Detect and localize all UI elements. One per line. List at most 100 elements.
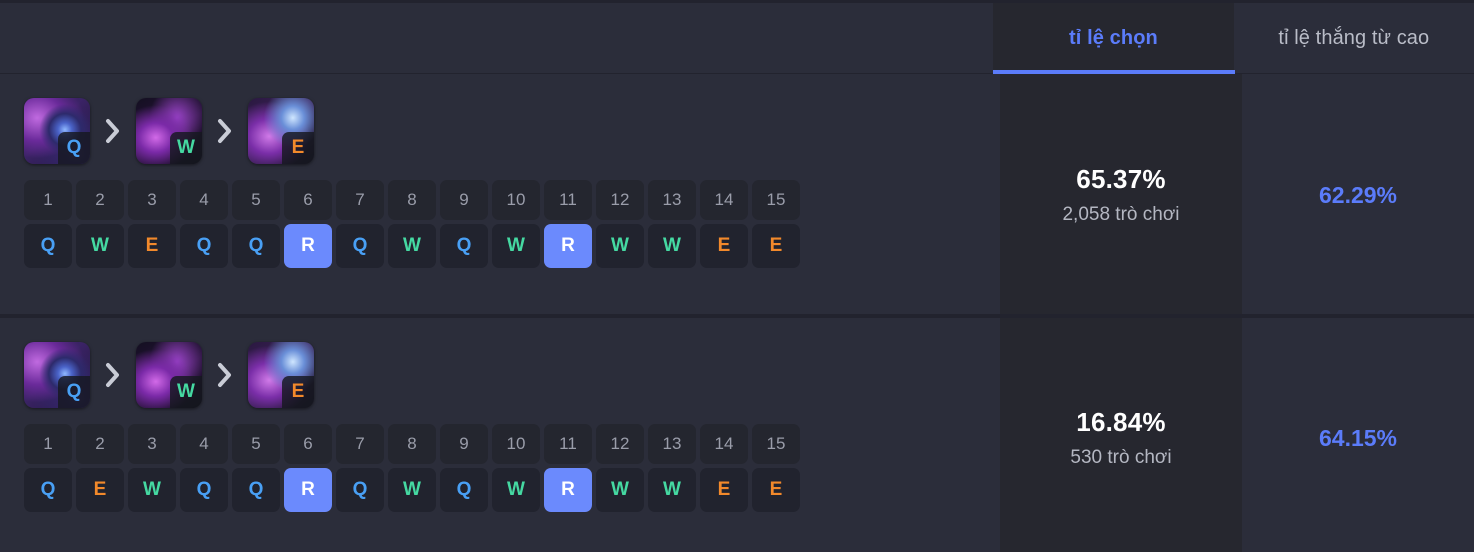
skill-level-column: 13 W — [648, 424, 696, 512]
skill-build-cell: Q W E 1 Q 2 E 3 W 4 Q 5 Q 6 R 7 Q 8 W 9 Q 10 W 11 R 12 W 13 W 14 E 1… — [0, 318, 1000, 552]
level-number: 12 — [596, 180, 644, 220]
level-number: 15 — [752, 180, 800, 220]
level-ability-key: Q — [24, 468, 72, 512]
level-ability-key: Q — [24, 224, 72, 268]
skill-icon-w[interactable]: W — [136, 342, 202, 408]
level-ability-key: W — [596, 468, 644, 512]
level-ability-key: Q — [232, 468, 280, 512]
level-number: 11 — [544, 180, 592, 220]
win-rate-cell: 64.15% — [1242, 318, 1474, 552]
level-number: 7 — [336, 424, 384, 464]
level-ability-key: W — [128, 468, 176, 512]
level-number: 12 — [596, 424, 644, 464]
skill-level-column: 2E — [76, 424, 124, 512]
ability-key-badge: Q — [58, 376, 90, 408]
skill-level-column: 10 W — [492, 424, 540, 512]
skill-level-column: 10 W — [492, 180, 540, 268]
level-ability-key: E — [128, 224, 176, 268]
level-number: 14 — [700, 180, 748, 220]
level-ability-key: E — [700, 468, 748, 512]
pick-rate-cell: 65.37% 2,058 trò chơi — [1000, 74, 1242, 316]
pick-rate-value: 16.84% — [1076, 407, 1166, 437]
ability-key-badge: E — [282, 132, 314, 164]
level-ability-key: W — [388, 224, 436, 268]
level-number: 9 — [440, 180, 488, 220]
win-rate-value: 62.29% — [1318, 181, 1397, 208]
chevron-right-icon — [90, 342, 136, 408]
level-number: 1 — [24, 180, 72, 220]
level-number: 7 — [336, 180, 384, 220]
tab-pick-rate[interactable]: tỉ lệ chọn — [993, 3, 1236, 74]
ability-key-badge: E — [282, 376, 314, 408]
level-number: 5 — [232, 424, 280, 464]
skill-level-column: 12 W — [596, 180, 644, 268]
level-ability-key: W — [492, 468, 540, 512]
level-ability-key: W — [388, 468, 436, 512]
win-rate-value: 64.15% — [1318, 424, 1397, 451]
level-ability-key: R — [544, 224, 592, 268]
skill-level-column: 6R — [284, 180, 332, 268]
level-ability-key: W — [76, 224, 124, 268]
skill-level-column: 8W — [388, 180, 436, 268]
tab-win-rate[interactable]: tỉ lệ thắng từ cao — [1234, 3, 1474, 73]
skill-level-column: 7Q — [336, 180, 384, 268]
skill-level-column: 14 E — [700, 424, 748, 512]
level-number: 8 — [388, 180, 436, 220]
level-ability-key: Q — [180, 224, 228, 268]
table-row[interactable]: Q W E 1 Q 2 W 3 E 4 Q 5 Q 6 R 7 Q 8 W 9 Q 10 W 11 R 12 W 13 W 14 E 1… — [0, 74, 1474, 316]
level-ability-key: E — [700, 224, 748, 268]
level-ability-key: E — [752, 224, 800, 268]
level-number: 1 — [24, 424, 72, 464]
skill-level-column: 15 E — [752, 180, 800, 268]
skill-level-column: 3W — [128, 424, 176, 512]
level-number: 5 — [232, 180, 280, 220]
level-ability-key: R — [544, 468, 592, 512]
chevron-right-icon — [90, 98, 136, 164]
skill-level-column: 9Q — [440, 424, 488, 512]
level-ability-key: R — [284, 468, 332, 512]
level-number: 4 — [180, 424, 228, 464]
level-number: 3 — [128, 424, 176, 464]
skill-level-column: 2W — [76, 180, 124, 268]
level-number: 10 — [492, 180, 540, 220]
win-rate-cell: 62.29% — [1242, 74, 1474, 316]
level-number: 6 — [284, 424, 332, 464]
skill-level-column: 11 R — [544, 180, 592, 268]
skill-priority-order: Q W E — [24, 98, 1000, 164]
level-ability-key: W — [596, 224, 644, 268]
level-ability-key: R — [284, 224, 332, 268]
skill-icon-e[interactable]: E — [248, 98, 314, 164]
skill-level-column: 1Q — [24, 180, 72, 268]
level-ability-key: Q — [180, 468, 228, 512]
level-ability-key: W — [648, 224, 696, 268]
level-number: 9 — [440, 424, 488, 464]
skill-icon-e[interactable]: E — [248, 342, 314, 408]
skill-build-cell: Q W E 1 Q 2 W 3 E 4 Q 5 Q 6 R 7 Q 8 W 9 Q 10 W 11 R 12 W 13 W 14 E 1… — [0, 74, 1000, 316]
pick-rate-cell: 16.84% 530 trò chơi — [1000, 318, 1242, 552]
games-count: 2,058 trò chơi — [1062, 204, 1180, 225]
skill-level-grid: 1 Q 2 W 3 E 4 Q 5 Q 6 R 7 Q 8 W 9 Q 10 W 11 R 12 W 13 W 14 E 15 E — [24, 180, 1000, 268]
level-ability-key: Q — [336, 224, 384, 268]
skill-level-grid: 1 Q 2 E 3 W 4 Q 5 Q 6 R 7 Q 8 W 9 Q 10 W 11 R 12 W 13 W 14 E 15 E — [24, 424, 1000, 512]
pick-rate-value: 65.37% — [1076, 164, 1166, 194]
table-header: tỉ lệ chọn tỉ lệ thắng từ cao — [0, 0, 1474, 74]
skill-icon-q[interactable]: Q — [24, 342, 90, 408]
level-number: 15 — [752, 424, 800, 464]
level-number: 13 — [648, 180, 696, 220]
skill-level-column: 3E — [128, 180, 176, 268]
level-number: 11 — [544, 424, 592, 464]
skill-level-column: 14 E — [700, 180, 748, 268]
skill-level-column: 7Q — [336, 424, 384, 512]
skill-level-column: 1Q — [24, 424, 72, 512]
table-row[interactable]: Q W E 1 Q 2 E 3 W 4 Q 5 Q 6 R 7 Q 8 W 9 Q 10 W 11 R 12 W 13 W 14 E 1… — [0, 316, 1474, 552]
level-ability-key: E — [752, 468, 800, 512]
skill-level-column: 12 W — [596, 424, 644, 512]
level-number: 4 — [180, 180, 228, 220]
skill-level-column: 5Q — [232, 424, 280, 512]
skill-priority-order: Q W E — [24, 342, 1000, 408]
chevron-right-icon — [202, 98, 248, 164]
skill-icon-w[interactable]: W — [136, 98, 202, 164]
skill-icon-q[interactable]: Q — [24, 98, 90, 164]
level-ability-key: W — [648, 468, 696, 512]
ability-key-badge: Q — [58, 132, 90, 164]
